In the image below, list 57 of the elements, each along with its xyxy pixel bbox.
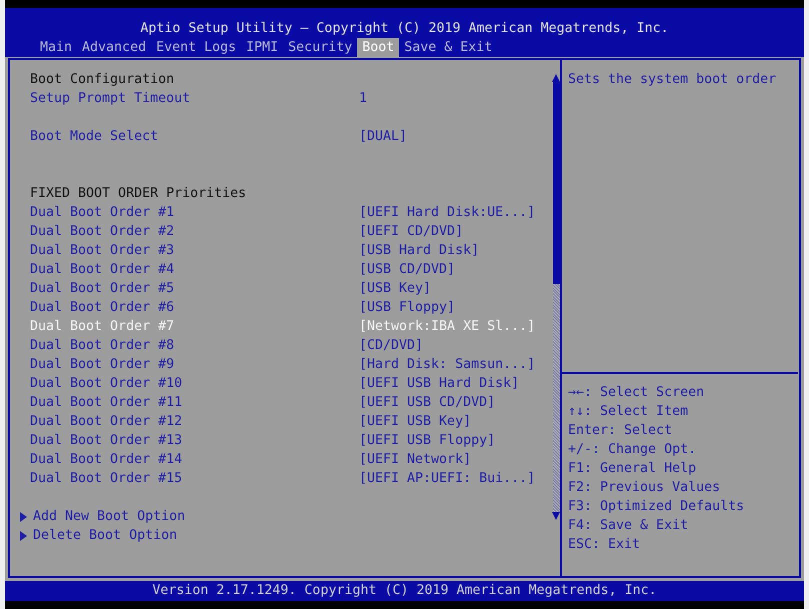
setting-value[interactable]: [Hard Disk: Samsun...] [359, 355, 536, 374]
setting-value[interactable]: [UEFI USB Hard Disk] [359, 374, 520, 393]
key-hint: F1: General Help [568, 460, 698, 478]
menu-tab[interactable]: IPMI [241, 38, 284, 57]
setting-value[interactable]: [UEFI USB Floppy] [359, 431, 496, 450]
setting-label[interactable]: Dual Boot Order #8 [20, 336, 359, 355]
menu-tab[interactable]: Advanced [77, 38, 152, 57]
setting-value[interactable]: [UEFI USB CD/DVD] [359, 393, 496, 412]
menu-tab[interactable]: Security [283, 38, 358, 57]
help-description: Sets the system boot order [567, 71, 778, 89]
section-heading: Boot Configuration [29, 71, 174, 89]
setting-label[interactable]: Dual Boot Order #1 [20, 203, 359, 222]
setting-label[interactable]: Dual Boot Order #9 [20, 355, 359, 374]
menu-tab[interactable]: Boot [357, 38, 400, 57]
setting-value[interactable]: [UEFI Hard Disk:UE...] [359, 203, 536, 222]
setting-label[interactable]: Boot Mode Select [20, 127, 359, 146]
setting-label[interactable]: Setup Prompt Timeout [20, 89, 359, 108]
key-hint: Enter: Select [568, 422, 674, 440]
setting-label[interactable]: Dual Boot Order #15 [20, 469, 359, 488]
key-hint: ESC: Exit [568, 536, 642, 554]
menu-tab[interactable]: Main [35, 38, 78, 57]
setting-value[interactable]: [USB Key] [359, 279, 432, 298]
key-hint: ↑↓: Select Item [568, 403, 690, 421]
setting-label[interactable]: Dual Boot Order #5 [20, 279, 359, 298]
footer-version: Version 2.17.1249. Copyright (C) 2019 American Megatrends, Inc. [5, 581, 804, 601]
window-title: Aptio Setup Utility – Copyright (C) 2019 American Megatrends, Inc. [140, 20, 669, 38]
setting-value[interactable]: 1 [359, 89, 368, 108]
submenu-link[interactable]: Add New Boot Option [33, 507, 186, 526]
setting-value[interactable]: [UEFI Network] [359, 450, 472, 469]
setting-value[interactable]: [UEFI USB Key] [359, 412, 472, 431]
setting-label[interactable]: Dual Boot Order #12 [20, 412, 359, 431]
key-hint: →←: Select Screen [568, 384, 706, 402]
setting-value[interactable]: [USB CD/DVD] [359, 260, 456, 279]
setting-value[interactable]: [UEFI AP:UEFI: Bui...] [359, 469, 536, 488]
setting-value[interactable]: [Network:IBA XE Sl...] [359, 317, 536, 336]
section-heading: FIXED BOOT ORDER Priorities [29, 185, 246, 203]
setting-label[interactable]: Dual Boot Order #4 [20, 260, 359, 279]
submenu-link[interactable]: Delete Boot Option [33, 526, 178, 545]
setting-label[interactable]: Dual Boot Order #6 [20, 298, 359, 317]
setting-value[interactable]: [DUAL] [359, 127, 408, 146]
setting-label[interactable]: Dual Boot Order #2 [20, 222, 359, 241]
key-hint: F4: Save & Exit [568, 517, 690, 535]
setting-value[interactable]: [CD/DVD] [359, 336, 424, 355]
key-hint: F2: Previous Values [568, 479, 722, 497]
setting-label[interactable]: Dual Boot Order #14 [20, 450, 359, 469]
setting-value[interactable]: [USB Floppy] [359, 298, 456, 317]
setting-label[interactable]: Dual Boot Order #7 [20, 317, 359, 336]
setting-label[interactable]: Dual Boot Order #3 [20, 241, 359, 260]
key-hint: F3: Optimized Defaults [568, 498, 746, 516]
setting-label[interactable]: Dual Boot Order #13 [20, 431, 359, 450]
setting-value[interactable]: [UEFI CD/DVD] [359, 222, 464, 241]
setting-label[interactable]: Dual Boot Order #11 [20, 393, 359, 412]
setting-value[interactable]: [USB Hard Disk] [359, 241, 480, 260]
menu-tab[interactable]: Event Logs [151, 38, 242, 57]
key-hint: +/-: Change Opt. [568, 441, 698, 459]
menu-tab[interactable]: Save & Exit [399, 38, 498, 57]
setting-label[interactable]: Dual Boot Order #10 [20, 374, 359, 393]
